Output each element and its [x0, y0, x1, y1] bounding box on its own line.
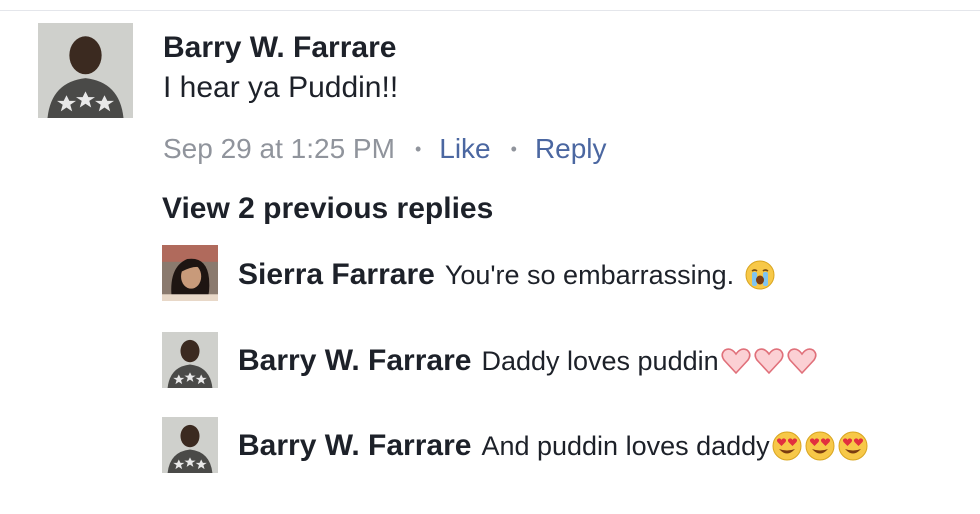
like-link[interactable]: Like: [439, 133, 490, 165]
reply-link[interactable]: Reply: [535, 133, 607, 165]
pink-heart-icon: [720, 345, 752, 377]
reply-item: Barry W. Farrare And puddin loves daddy: [238, 426, 869, 466]
comment-author[interactable]: Barry W. Farrare: [163, 28, 943, 68]
profile-photo: [38, 23, 133, 118]
reply-item: Barry W. Farrare Daddy loves puddin: [238, 341, 818, 381]
reply-author[interactable]: Barry W. Farrare: [238, 344, 471, 378]
crying-face-icon: [744, 259, 776, 291]
heart-eyes-icon: [837, 430, 869, 462]
pink-heart-icon: [786, 345, 818, 377]
reply-text: You're so embarrassing.: [444, 259, 735, 290]
comment-timestamp[interactable]: Sep 29 at 1:25 PM: [163, 133, 395, 165]
heart-eyes-icon: [771, 430, 803, 462]
reply-avatar[interactable]: [162, 417, 218, 473]
reply-avatar[interactable]: [162, 332, 218, 388]
profile-photo: [162, 417, 218, 473]
comment-text: I hear ya Puddin!!: [163, 71, 399, 104]
reply-avatar[interactable]: [162, 245, 218, 301]
reply-text: Daddy loves puddin: [481, 345, 719, 376]
view-previous-replies-link[interactable]: View 2 previous replies: [162, 189, 493, 229]
reply-author[interactable]: Sierra Farrare: [238, 258, 435, 292]
reply-author[interactable]: Barry W. Farrare: [238, 429, 471, 463]
top-divider: [0, 10, 980, 11]
heart-eyes-icon: [804, 430, 836, 462]
profile-photo: [162, 245, 218, 301]
pink-heart-icon: [753, 345, 785, 377]
profile-photo: [162, 332, 218, 388]
separator-dot: •: [414, 138, 422, 159]
reply-text: And puddin loves daddy: [481, 430, 770, 461]
reply-item: Sierra Farrare You're so embarrassing.: [238, 255, 776, 295]
avatar[interactable]: [38, 23, 133, 118]
separator-dot: •: [510, 138, 517, 159]
comment-body: Barry W. Farrare I hear ya Puddin!!: [163, 28, 943, 108]
comment-meta: Sep 29 at 1:25 PM • Like • Reply: [163, 129, 607, 169]
